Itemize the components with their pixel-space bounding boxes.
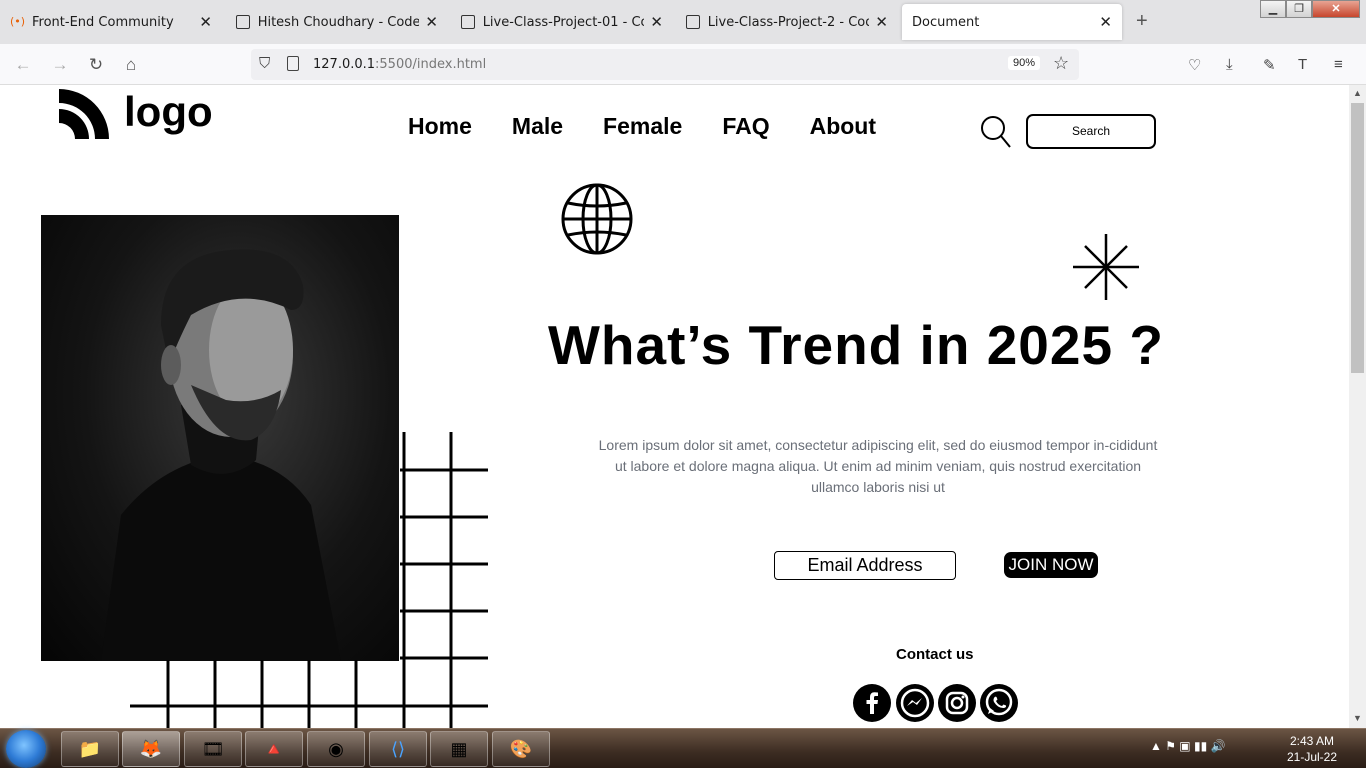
vscode-icon[interactable]: ⟨⟩ [369,731,427,767]
paint-icon[interactable]: 🎨 [492,731,550,767]
nav-male[interactable]: Male [512,113,563,140]
url-host: 127.0.0.1 [313,57,376,72]
browser-tab-strip: (•) Front-End Community ✕ Hitesh Choudha… [0,0,1366,44]
messenger-icon[interactable] [896,684,934,722]
join-now-button[interactable]: JOIN NOW [1004,552,1098,578]
tab-title: Hitesh Choudhary - CodeSandbox [257,14,420,30]
forward-icon[interactable]: → [49,54,71,76]
scroll-up-icon[interactable]: ▲ [1353,88,1362,98]
page-icon [461,15,475,29]
page-scrollbar[interactable]: ▲ ▼ [1349,85,1366,728]
scroll-thumb[interactable] [1351,103,1364,373]
email-field[interactable]: Email Address [774,551,956,580]
back-icon[interactable]: ← [12,54,34,76]
vlc-icon[interactable]: 🔺 [245,731,303,767]
eyedropper-icon[interactable]: ✎ [1263,56,1276,74]
grid-decoration [130,432,488,728]
tab-front-end-community[interactable]: (•) Front-End Community ✕ [0,4,222,40]
clock-time: 2:43 AM [1289,734,1335,748]
page-icon [236,15,250,29]
zoom-level[interactable]: 90% [1008,56,1041,70]
nav-female[interactable]: Female [603,113,682,140]
tab-document[interactable]: Document ✕ [902,4,1122,40]
close-tab-icon[interactable]: ✕ [425,13,438,31]
url-text[interactable]: 127.0.0.1:5500/index.html [313,57,486,72]
nav-home[interactable]: Home [408,113,472,140]
maximize-icon[interactable]: ❐ [1286,0,1312,18]
logo-text[interactable]: logo [124,88,213,136]
close-tab-icon[interactable]: ✕ [199,13,212,31]
menu-icon[interactable]: ≡ [1334,56,1343,73]
firefox-icon[interactable]: 🦊 [122,731,180,767]
instagram-icon[interactable] [938,684,976,722]
windows-taskbar: 📁 🦊 🎞 🔺 ◉ ⟨⟩ ▦ 🎨 ▲ ⚑ ▣ ▮▮ 🔊 2:43 AM 21-J… [0,728,1366,768]
tab-title: Front-End Community [32,14,174,30]
app-icon[interactable]: ▦ [430,731,488,767]
clock-date: 21-Jul-22 [1286,750,1338,764]
file-explorer-icon[interactable]: 📁 [61,731,119,767]
main-nav: Home Male Female FAQ About [408,113,876,140]
browser-toolbar: ← → ↻ ⌂ ⛉ 127.0.0.1:5500/index.html 90% … [0,44,1366,85]
scroll-down-icon[interactable]: ▼ [1353,713,1362,723]
start-button[interactable] [6,730,46,768]
window-controls: ▁ ❐ ✕ [1260,0,1360,18]
system-clock[interactable]: 2:43 AM 21-Jul-22 [1280,733,1344,765]
sparkle-icon [1073,234,1139,300]
text-extension-icon[interactable]: T [1298,56,1307,73]
url-path: :5500/index.html [375,57,487,72]
contact-heading: Contact us [896,646,974,663]
page-icon [686,15,700,29]
web-page: logo Home Male Female FAQ About Search W… [0,85,1349,728]
minimize-icon[interactable]: ▁ [1260,0,1286,18]
search-icon[interactable] [980,115,1012,149]
logo-icon [59,89,109,139]
tray-icons[interactable]: ▲ ⚑ ▣ ▮▮ 🔊 [1150,739,1225,753]
nav-about[interactable]: About [810,113,876,140]
hero-description: Lorem ipsum dolor sit amet, consectetur … [598,437,1158,495]
media-player-icon[interactable]: 🎞 [184,731,242,767]
search-input[interactable]: Search [1026,114,1156,149]
codesandbox-dot-icon: (•) [10,15,26,28]
tab-title: Live-Class-Project-01 - CodeSandbox [482,14,645,30]
whatsapp-icon[interactable] [980,684,1018,722]
facebook-icon[interactable] [853,684,891,722]
close-tab-icon[interactable]: ✕ [650,13,663,31]
tab-hitesh-codesandbox[interactable]: Hitesh Choudhary - CodeSandbox ✕ [226,4,448,40]
tab-title: Live-Class-Project-2 - CodeSandbox [707,14,870,30]
hero-headline: What’s Trend in 2025 ? [548,314,1164,376]
bookmark-star-icon[interactable]: ☆ [1053,53,1069,74]
close-tab-icon[interactable]: ✕ [1099,13,1112,31]
shield-icon[interactable]: ⛉ [259,55,270,72]
close-tab-icon[interactable]: ✕ [875,13,888,31]
home-icon[interactable]: ⌂ [120,54,142,76]
reload-icon[interactable]: ↻ [85,54,107,76]
tab-live-class-project-2[interactable]: Live-Class-Project-2 - CodeSandbox ✕ [676,4,898,40]
nav-faq[interactable]: FAQ [722,113,769,140]
new-tab-icon[interactable]: + [1136,10,1148,33]
close-window-icon[interactable]: ✕ [1312,0,1360,18]
page-info-icon[interactable] [287,56,299,71]
pocket-icon[interactable]: ♡ [1188,56,1201,74]
tab-live-class-project-01[interactable]: Live-Class-Project-01 - CodeSandbox ✕ [451,4,673,40]
globe-icon [561,183,633,255]
chrome-icon[interactable]: ◉ [307,731,365,767]
tab-title: Document [912,14,980,30]
address-bar[interactable]: ⛉ 127.0.0.1:5500/index.html 90% ☆ [251,49,1079,80]
download-icon[interactable]: ⤓ [1226,56,1233,73]
